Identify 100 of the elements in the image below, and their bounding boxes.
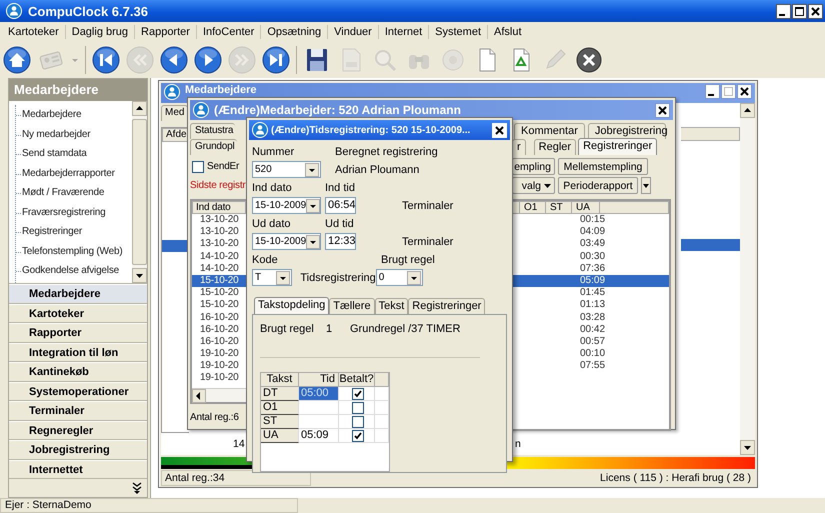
- tab[interactable]: Med: [161, 105, 188, 121]
- double-chevron-icon[interactable]: [132, 482, 142, 494]
- column-header: [681, 127, 740, 141]
- window-title: (Ændre)Tidsregistrering: 520 15-10-2009...: [271, 124, 472, 136]
- dropdown-field[interactable]: 15-10-2009: [252, 233, 321, 250]
- table-cell-text: 15-10-20: [199, 299, 240, 312]
- checkbox[interactable]: [352, 388, 364, 400]
- caret-icon: [544, 184, 551, 188]
- nav-section-button[interactable]: Medarbejdere: [9, 284, 147, 304]
- previous-button[interactable]: [160, 46, 188, 74]
- time-field[interactable]: 12:33: [325, 233, 356, 250]
- table-cell[interactable]: 05:00: [299, 387, 339, 401]
- field-label: Ud dato: [252, 218, 292, 230]
- table-cell[interactable]: [299, 415, 339, 429]
- close-circle-button[interactable]: [575, 46, 603, 74]
- license-info: Licens ( 115 ) : Herafi brug ( 28 ): [599, 472, 752, 484]
- tab[interactable]: Tekst: [374, 298, 408, 314]
- record-count: Antal reg.:6: [190, 412, 240, 423]
- source-text: Terminaler: [402, 200, 454, 212]
- table-cell-text: 16-10-20: [199, 336, 240, 348]
- table-cell[interactable]: 05:09: [299, 429, 339, 443]
- nav-section-button[interactable]: Regneregler: [9, 420, 147, 440]
- window-title: CompuClock 6.7.36: [28, 4, 149, 18]
- menu-item[interactable]: Kartoteker: [2, 25, 65, 39]
- column-header: Afde: [162, 128, 189, 142]
- dropdown-field[interactable]: 15-10-2009: [252, 197, 321, 214]
- field-label: Nummer: [252, 146, 296, 158]
- status-text: Ejer : SternaDemo: [0, 498, 298, 513]
- table-cell: 04:09: [580, 226, 606, 238]
- nav-section-button[interactable]: Systemoperationer: [9, 382, 147, 401]
- menu-item[interactable]: Rapporter: [134, 25, 196, 39]
- menu-item[interactable]: Opsætning: [260, 25, 328, 39]
- menu-item[interactable]: Vinduer: [327, 25, 378, 39]
- menu-item[interactable]: Daglig brug: [64, 25, 134, 39]
- table-cell: 07:36: [580, 262, 606, 274]
- minimize-button[interactable]: [776, 4, 791, 18]
- scroll-up-button[interactable]: [740, 103, 755, 118]
- dropdown-field[interactable]: T: [252, 269, 292, 286]
- field-label: Brugt regel: [260, 323, 315, 335]
- time-field[interactable]: 06:54: [325, 197, 356, 214]
- field-label: Beregnet registrering: [335, 146, 438, 158]
- nav-section-button[interactable]: Jobregistrering: [9, 440, 147, 460]
- table-cell: 00:42: [580, 324, 606, 335]
- window-title: Medarbejdere: [185, 84, 258, 96]
- scroll-down-button[interactable]: [740, 440, 755, 455]
- user-icon: [252, 122, 268, 138]
- table-cell[interactable]: [299, 401, 339, 415]
- maximize-button[interactable]: [792, 4, 807, 18]
- last-record-button[interactable]: [262, 46, 290, 74]
- nav-section-button[interactable]: Kantinekøb: [9, 362, 147, 382]
- first-record-button[interactable]: [92, 46, 120, 74]
- column-header: Takst: [261, 373, 299, 387]
- nav-section-button[interactable]: Terminaler: [9, 401, 147, 420]
- table-cell: 03:28: [580, 312, 606, 322]
- table-cell: 03:49: [580, 238, 606, 250]
- table-cell-text: 14-10-20: [199, 250, 240, 263]
- table-cell: ST: [261, 415, 299, 429]
- field-label: Brugt regel: [381, 254, 435, 266]
- tab[interactable]: Tællere: [329, 298, 375, 314]
- menu-item[interactable]: InfoCenter: [196, 25, 260, 39]
- menu-item[interactable]: Afslut: [487, 25, 528, 39]
- table-cell-text: 19-10-20: [199, 360, 240, 372]
- table-cell-text: 15-10-20: [199, 287, 240, 300]
- table-cell-text: 16-10-20: [199, 324, 240, 336]
- source-text: Terminaler: [402, 236, 454, 248]
- code-text: Tidsregistrering: [300, 272, 376, 284]
- table-cell: 00:10: [580, 348, 606, 360]
- table-cell-text: 14-10-20: [199, 262, 240, 275]
- nav-section-button[interactable]: Kartoteker: [9, 304, 147, 323]
- user-icon: [164, 84, 180, 100]
- scrollbar-thumb[interactable]: [132, 119, 147, 265]
- checkbox[interactable]: [352, 430, 364, 442]
- scroll-up-button[interactable]: [132, 101, 147, 116]
- dropdown-field[interactable]: 0: [376, 269, 423, 286]
- field-label: Ind dato: [252, 182, 293, 194]
- nav-section-button[interactable]: Internettet: [9, 460, 147, 479]
- menu-item[interactable]: Internet: [378, 25, 428, 39]
- checkbox[interactable]: [352, 416, 364, 428]
- checkbox-label: SendEr: [207, 161, 240, 172]
- user-icon: [6, 3, 22, 19]
- table-cell: 01:13: [580, 299, 606, 310]
- table-cell-text: 16-10-20: [199, 312, 240, 324]
- scroll-down-button[interactable]: [132, 268, 147, 283]
- tab[interactable]: Takstopdeling: [254, 297, 330, 314]
- table-cell: O1: [261, 401, 299, 415]
- close-button[interactable]: [808, 4, 823, 18]
- nav-section-button[interactable]: Integration til løn: [9, 342, 147, 362]
- scroll-left-button[interactable]: [192, 389, 206, 403]
- dropdown-field[interactable]: 520: [252, 161, 321, 178]
- menu-item[interactable]: Systemet: [428, 25, 488, 39]
- table-cell: 07:55: [580, 360, 606, 372]
- rule-number: 1: [326, 323, 334, 335]
- nav-section-button[interactable]: Rapporter: [9, 323, 147, 342]
- checkbox[interactable]: [352, 402, 364, 414]
- home-button[interactable]: [3, 46, 31, 74]
- next-button[interactable]: [194, 46, 222, 74]
- employee-name: Adrian Ploumann: [335, 164, 420, 176]
- field-label: Ud tid: [325, 218, 354, 230]
- tab[interactable]: Registreringer: [408, 298, 486, 314]
- status-text: Sidste registr: [190, 179, 246, 193]
